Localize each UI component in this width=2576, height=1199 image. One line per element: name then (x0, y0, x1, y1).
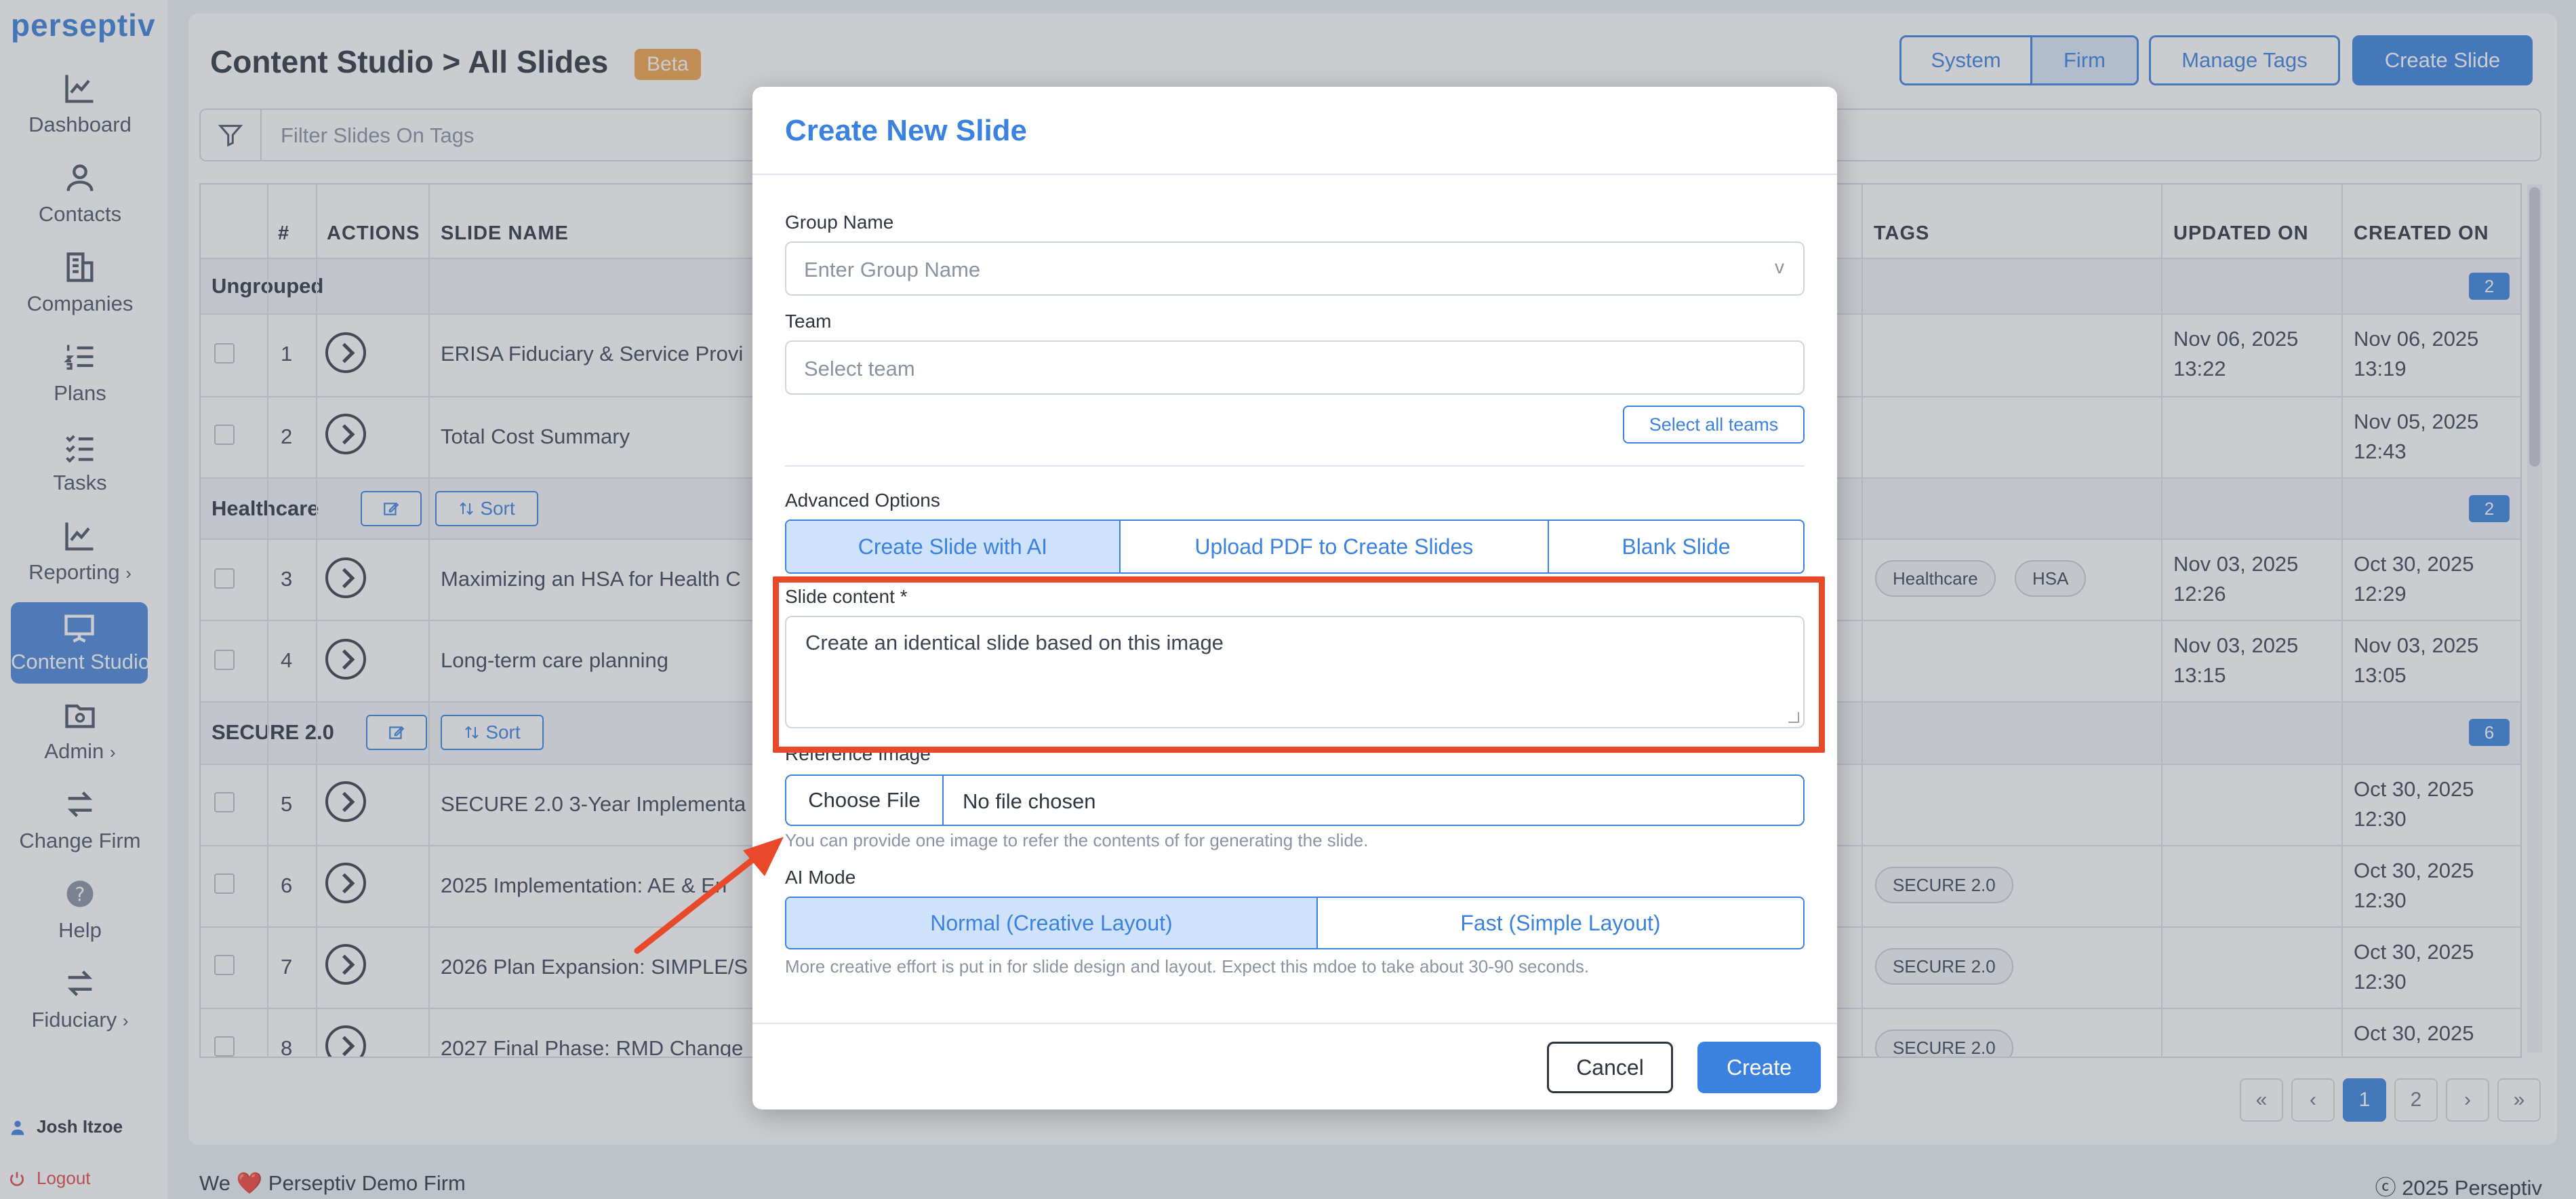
file-status: No file chosen (963, 789, 1096, 813)
modal-title: Create New Slide (785, 114, 1028, 147)
cancel-button[interactable]: Cancel (1547, 1042, 1673, 1093)
select-all-teams-button[interactable]: Select all teams (1623, 406, 1805, 444)
create-button[interactable]: Create (1697, 1042, 1821, 1093)
blank-slide-option[interactable]: Blank Slide (1549, 521, 1803, 572)
upload-pdf-option[interactable]: Upload PDF to Create Slides (1121, 521, 1549, 572)
section-divider (785, 465, 1805, 467)
annotation-highlight-box (773, 576, 1825, 753)
create-with-ai-option[interactable]: Create Slide with AI (786, 521, 1121, 572)
ai-mode-normal-option[interactable]: Normal (Creative Layout) (786, 898, 1318, 948)
choose-file-button[interactable]: Choose File (786, 776, 944, 825)
ai-mode-toggle: Normal (Creative Layout) Fast (Simple La… (785, 897, 1805, 949)
reference-image-file-input[interactable]: Choose File No file chosen (785, 774, 1805, 826)
group-name-label: Group Name (785, 212, 894, 233)
advanced-options-label: Advanced Options (785, 490, 940, 511)
reference-image-hint: You can provide one image to refer the c… (785, 830, 1369, 850)
team-select[interactable]: Select team (785, 340, 1805, 395)
group-name-placeholder: Enter Group Name (804, 258, 981, 281)
ai-mode-label: AI Mode (785, 867, 856, 888)
chevron-down-icon: v (1775, 256, 1784, 277)
team-label: Team (785, 311, 832, 332)
group-name-select[interactable]: Enter Group Name v (785, 241, 1805, 296)
ai-mode-fast-option[interactable]: Fast (Simple Layout) (1318, 898, 1803, 948)
modal-header-divider (752, 174, 1837, 175)
annotation-arrow-icon (634, 837, 784, 954)
team-placeholder: Select team (804, 357, 915, 380)
advanced-options-toggle: Create Slide with AI Upload PDF to Creat… (785, 519, 1805, 574)
ai-mode-hint: More creative effort is put in for slide… (785, 956, 1590, 977)
modal-footer-divider (752, 1023, 1837, 1024)
